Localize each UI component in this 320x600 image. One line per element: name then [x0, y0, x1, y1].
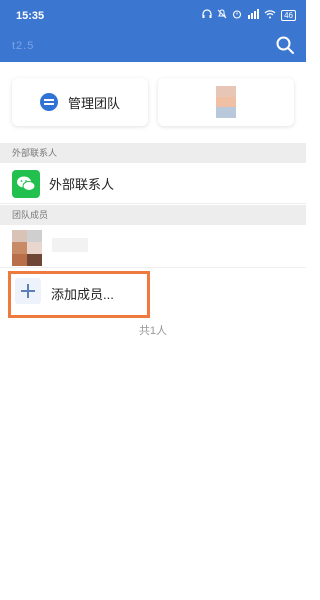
team-members-section-header: 团队成员 — [0, 205, 306, 225]
status-bar: 15:35 46 — [0, 0, 306, 30]
search-button[interactable] — [274, 34, 296, 56]
quick-cards: 管理团队 — [12, 78, 294, 126]
top-bar: 15:35 46 t2.5 — [0, 0, 306, 62]
team-card[interactable] — [158, 78, 294, 126]
add-member-button[interactable]: 添加成员... — [8, 271, 150, 318]
manage-team-card[interactable]: 管理团队 — [12, 78, 148, 126]
plus-icon — [15, 278, 41, 304]
avatar — [12, 230, 42, 266]
external-contacts-label: 外部联系人 — [49, 177, 115, 192]
wifi-icon — [264, 9, 276, 22]
member-name-placeholder — [52, 238, 88, 252]
search-icon — [274, 36, 296, 60]
team-avatar — [216, 86, 236, 119]
wechat-icon — [12, 169, 40, 198]
network-icon — [247, 9, 260, 22]
external-contacts-row[interactable]: 外部联系人 — [0, 164, 306, 204]
status-icons: 46 — [202, 9, 296, 22]
manage-team-label: 管理团队 — [67, 95, 120, 111]
add-member-label: 添加成员... — [51, 287, 114, 302]
page-title: t2.5 — [12, 40, 35, 52]
member-count: 共1人 — [138, 325, 168, 337]
headphones-icon — [202, 9, 212, 22]
member-row[interactable] — [0, 226, 306, 268]
mute-icon — [217, 9, 227, 22]
status-time: 15:35 — [16, 10, 45, 22]
alarm-icon — [232, 9, 242, 22]
swap-icon — [39, 93, 58, 111]
external-contacts-section-header: 外部联系人 — [0, 143, 306, 163]
battery-indicator: 46 — [281, 10, 296, 21]
